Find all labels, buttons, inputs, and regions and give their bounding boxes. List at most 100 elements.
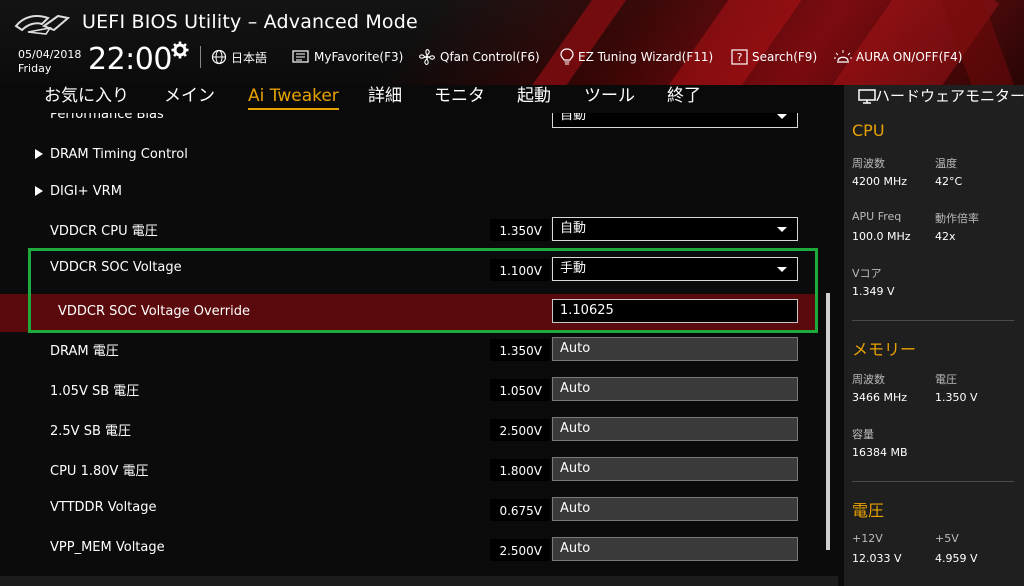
vddcr-soc-override-input[interactable]: 1.10625: [552, 299, 798, 323]
aura-icon: [834, 50, 852, 63]
tab-exit[interactable]: 終了: [667, 85, 701, 107]
section-divider: [852, 481, 1014, 482]
performance-bias-dropdown[interactable]: 自動: [552, 113, 798, 128]
setting-label: 2.5V SB 電圧: [50, 424, 132, 439]
memory-freq-label: 周波数: [852, 373, 885, 386]
aura-toggle-label: AURA ON/OFF(F4): [856, 50, 963, 64]
cpu-ratio-label: 動作倍率: [935, 212, 979, 225]
setting-row-105v-sb-voltage[interactable]: 1.05V SB 電圧 1.050V Auto: [28, 370, 818, 408]
memory-volt-label: 電圧: [935, 373, 957, 386]
submenu-label: DIGI+ VRM: [50, 184, 122, 199]
monitor-icon: [858, 89, 876, 104]
setting-row-cpu-180v-voltage[interactable]: CPU 1.80V 電圧 1.800V Auto: [28, 450, 818, 488]
setting-row-vpp-mem-voltage[interactable]: VPP_MEM Voltage 2.500V Auto: [28, 530, 818, 568]
globe-icon: [211, 49, 227, 65]
tab-advanced[interactable]: 詳細: [368, 85, 402, 107]
svg-text:?: ?: [737, 51, 743, 64]
setting-label: 1.05V SB 電圧: [50, 384, 140, 399]
section-divider: [852, 320, 1014, 321]
settings-scrollbar[interactable]: [826, 293, 830, 550]
cpu-freq-label: 周波数: [852, 157, 885, 170]
tab-favorites[interactable]: お気に入り: [44, 85, 129, 107]
voltage-reading: 1.350V: [490, 339, 550, 361]
v5-label: +5V: [935, 532, 959, 545]
setting-label: VTTDDR Voltage: [50, 500, 157, 515]
submenu-arrow-icon: [35, 149, 43, 159]
dram-voltage-field[interactable]: Auto: [552, 337, 798, 361]
qfan-control-button[interactable]: Qfan Control(F6): [418, 47, 540, 67]
voltage-section-title: 電圧: [852, 501, 885, 520]
vcore-value: 1.349 V: [852, 285, 895, 298]
setting-row-dram-voltage[interactable]: DRAM 電圧 1.350V Auto: [28, 330, 818, 368]
memory-capacity-value: 16384 MB: [852, 446, 908, 459]
date-text: 05/04/2018: [18, 48, 82, 61]
tab-main[interactable]: メイン: [164, 85, 215, 107]
voltage-reading: 0.675V: [490, 499, 550, 521]
cpu-temp-value: 42°C: [935, 175, 963, 188]
search-label: Search(F9): [752, 50, 818, 64]
setting-label: DRAM 電圧: [50, 344, 119, 359]
cpu-section-title: CPU: [852, 121, 885, 140]
language-button[interactable]: 日本語: [211, 47, 267, 67]
setting-row-performance-bias[interactable]: Performance Bias 自動: [28, 113, 818, 135]
header-decoration: [516, 0, 632, 85]
voltage-reading: 2.500V: [490, 539, 550, 561]
aura-toggle-button[interactable]: AURA ON/OFF(F4): [834, 47, 962, 67]
vddcr-cpu-dropdown[interactable]: 自動: [552, 217, 798, 241]
clock-display: 22:00: [88, 42, 172, 77]
hardware-monitor-title: ハードウェアモニター: [856, 87, 1024, 105]
vddcr-soc-dropdown[interactable]: 手動: [552, 257, 798, 281]
day-text: Friday: [18, 62, 52, 75]
setting-row-vddcr-soc[interactable]: VDDCR SOC Voltage 1.100V 手動: [28, 250, 818, 288]
settings-list: Performance Bias 自動 DRAM Timing Control …: [0, 113, 838, 586]
date-display: 05/04/2018 Friday: [18, 48, 81, 76]
tab-boot[interactable]: 起動: [517, 85, 551, 107]
apu-freq-value: 100.0 MHz: [852, 230, 911, 243]
setting-row-25v-sb-voltage[interactable]: 2.5V SB 電圧 2.500V Auto: [28, 410, 818, 448]
submenu-arrow-icon: [35, 186, 43, 196]
memory-freq-value: 3466 MHz: [852, 391, 908, 404]
submenu-digi-vrm[interactable]: DIGI+ VRM: [28, 174, 818, 212]
voltage-reading: 1.050V: [490, 379, 550, 401]
setting-row-vddcr-cpu[interactable]: VDDCR CPU 電圧 1.350V 自動: [28, 210, 818, 248]
bottom-info-bar: [0, 576, 838, 586]
vpp-mem-voltage-field[interactable]: Auto: [552, 537, 798, 561]
setting-row-vddcr-soc-override[interactable]: VDDCR SOC Voltage Override 1.10625: [0, 294, 818, 332]
cpu-ratio-value: 42x: [935, 230, 956, 243]
dropdown-value: 自動: [560, 113, 587, 123]
25v-sb-voltage-field[interactable]: Auto: [552, 417, 798, 441]
setting-label: Performance Bias: [50, 113, 164, 122]
tab-ai-tweaker[interactable]: Ai Tweaker: [248, 85, 339, 110]
dropdown-value: 手動: [560, 261, 587, 276]
language-label: 日本語: [231, 50, 268, 65]
v12-label: +12V: [852, 532, 883, 545]
chevron-down-icon: [777, 114, 787, 119]
myfavorite-label: MyFavorite(F3): [314, 50, 404, 64]
setting-row-vttddr-voltage[interactable]: VTTDDR Voltage 0.675V Auto: [28, 490, 818, 528]
myfavorite-button[interactable]: MyFavorite(F3): [292, 47, 403, 67]
hardware-monitor-panel: ハードウェアモニター CPU 周波数 温度 4200 MHz 42°C APU …: [838, 85, 1024, 586]
memory-volt-value: 1.350 V: [935, 391, 978, 404]
voltage-reading: 1.800V: [490, 459, 550, 481]
rog-logo-icon: [14, 14, 70, 35]
apu-freq-label: APU Freq: [852, 210, 902, 223]
dropdown-value: 自動: [560, 221, 587, 236]
submenu-dram-timing-control[interactable]: DRAM Timing Control: [28, 137, 818, 175]
105v-sb-voltage-field[interactable]: Auto: [552, 377, 798, 401]
lightbulb-icon: [560, 48, 574, 65]
vttddr-voltage-field[interactable]: Auto: [552, 497, 798, 521]
main-tab-bar: お気に入り メイン Ai Tweaker 詳細 モニタ 起動 ツール 終了: [0, 85, 838, 113]
memory-section-title: メモリー: [852, 340, 917, 359]
tab-monitor[interactable]: モニタ: [434, 85, 485, 107]
ez-tuning-wizard-button[interactable]: EZ Tuning Wizard(F11): [560, 47, 713, 67]
cpu-180v-voltage-field[interactable]: Auto: [552, 457, 798, 481]
search-button[interactable]: ? Search(F9): [731, 47, 817, 67]
cpu-temp-label: 温度: [935, 157, 957, 170]
fan-icon: [419, 49, 435, 65]
header-decoration: [653, 0, 807, 85]
gear-icon[interactable]: [171, 41, 189, 59]
hardware-monitor-title-text: ハードウェアモニター: [874, 87, 1024, 105]
qfan-control-label: Qfan Control(F6): [440, 50, 540, 64]
tab-tool[interactable]: ツール: [584, 85, 635, 107]
toolbar-divider: [200, 46, 201, 68]
